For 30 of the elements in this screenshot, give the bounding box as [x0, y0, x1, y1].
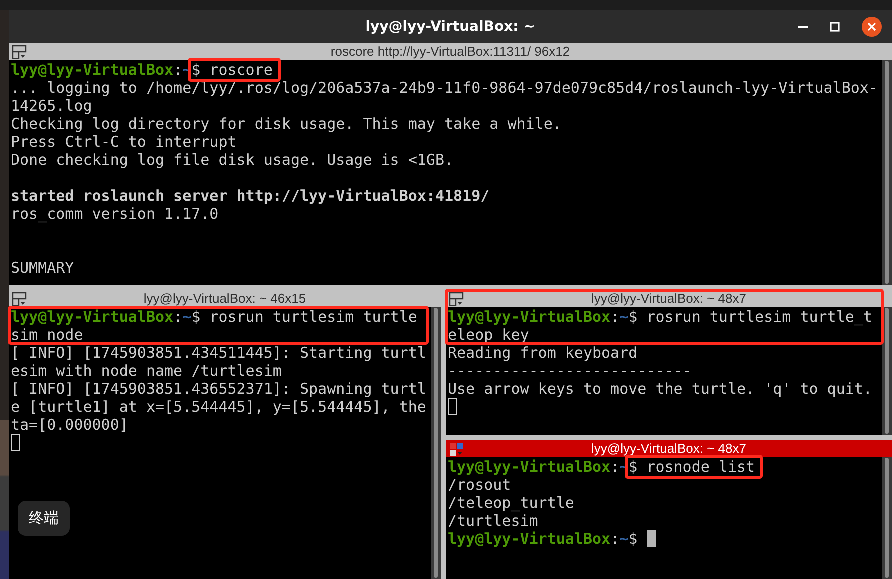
output-line: Use arrow keys to move the turtle. 'q' to quit. — [448, 380, 874, 398]
pane-title: roscore http://lyy-VirtualBox:11311/ 96x12 — [330, 43, 570, 60]
output-line: [ INFO] [1745903851.436552371]: Spawning turtle [turtle1] at x=[5.544445], y=[5.544445], theta=[0.000000] — [11, 380, 426, 434]
prompt-line: lyy@lyy-VirtualBox:~$ — [448, 530, 638, 548]
output-line: ros_comm version 1.17.0 — [11, 205, 220, 223]
tooltip: 终端 — [18, 501, 70, 536]
output-line: Press Ctrl-C to interrupt — [11, 133, 238, 151]
output-line: Checking log directory for disk usage. This may take a while. — [11, 115, 563, 133]
output-line: /teleop_turtle — [448, 494, 576, 512]
output-line: [ INFO] [1745903851.434511445]: Starting turtlesim with node name /turtlesim — [11, 344, 426, 380]
output-line: /rosout — [448, 476, 512, 494]
pane-title: lyy@lyy-VirtualBox: ~ 46x15 — [144, 290, 306, 307]
split-menu-icon[interactable] — [449, 442, 464, 456]
output-line: --------------------------- — [448, 362, 693, 380]
output-line: Done checking log file disk usage. Usage is <1GB. — [11, 151, 455, 169]
split-menu-icon[interactable] — [12, 45, 27, 59]
pane-title: lyy@lyy-VirtualBox: ~ 48x7 — [592, 290, 746, 307]
active-pane-title: lyy@lyy-VirtualBox: ~ 48x7 — [592, 440, 746, 457]
prompt-line: lyy@lyy-VirtualBox:~$ rosrun turtlesim turtlesim_node — [11, 308, 418, 344]
window-title: lyy@lyy-VirtualBox: ~ — [366, 18, 536, 34]
close-icon[interactable] — [862, 17, 882, 37]
output-line: Reading from keyboard — [448, 344, 639, 362]
output-line: SUMMARY — [11, 259, 76, 277]
output-line: started roslaunch server http://lyy-VirtualBox:41819/ — [11, 187, 491, 205]
output-line: /turtlesim — [448, 512, 540, 530]
prompt-line: lyy@lyy-VirtualBox:~$ rosrun turtlesim turtle_teleop_key — [448, 308, 872, 344]
split-menu-icon[interactable] — [12, 292, 27, 306]
maximize-icon[interactable] — [830, 22, 840, 32]
output-line: ... logging to /home/lyy/.ros/log/206a537a-24b9-11f0-9864-97de079c85d4/roslaunch-lyy-VirtualBox-14265.log — [11, 79, 878, 115]
split-menu-icon[interactable] — [449, 292, 464, 306]
